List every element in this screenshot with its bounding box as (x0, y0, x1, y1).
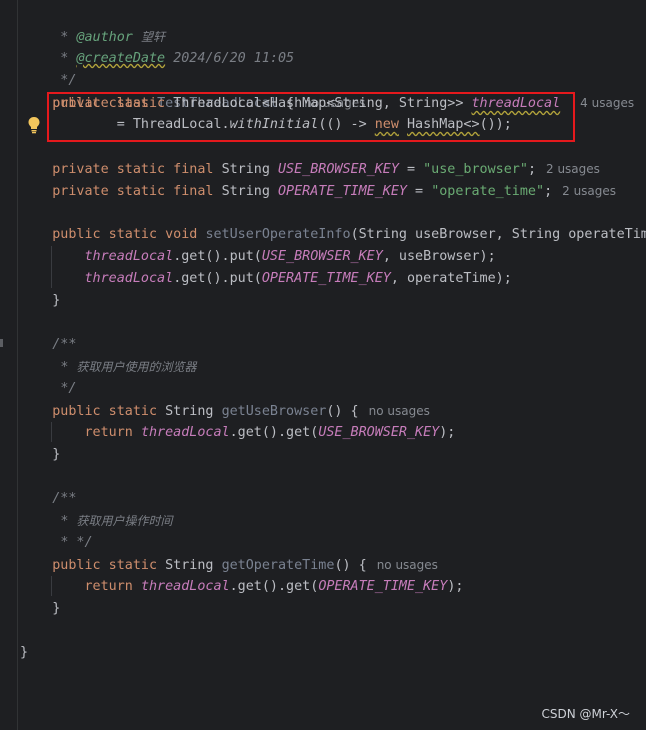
get2-end: ); (447, 579, 464, 594)
doc2-text: 获取用户操作时间 (76, 514, 173, 528)
key1-value: "use_browser" (423, 162, 528, 177)
createdate-value: 2024/6/20 11:05 (173, 51, 295, 66)
key1-type: String (221, 162, 270, 177)
get1-usage-hint[interactable]: no usages (369, 404, 430, 418)
get2-usage-hint[interactable]: no usages (377, 558, 438, 572)
get2-modifiers: public static (52, 558, 158, 573)
key2-assign: = (407, 184, 432, 199)
key1-usage-hint[interactable]: 2 usages (546, 162, 600, 176)
highlight-box (47, 92, 575, 142)
get1-modifiers: public static (52, 404, 158, 419)
doc1-close: */ (60, 381, 77, 396)
put2-call: .get().put( (173, 271, 262, 286)
doc2-close: * */ (60, 535, 93, 550)
indent-guide (51, 422, 52, 442)
put1-call: .get().put( (173, 249, 262, 264)
code-line-doc2-close: * */ (20, 532, 93, 554)
code-line-doc1-close: */ (20, 378, 76, 400)
set-method-params: (String useBrowser, String operateTime (350, 227, 646, 242)
get2-close-brace: } (52, 601, 61, 616)
key1-assign: = (398, 162, 424, 177)
code-line-class-decl: public class TestThreadLocal {no usages (52, 96, 366, 111)
put1-args: , useBrowser); (382, 249, 496, 264)
get1-close-brace: } (52, 447, 61, 462)
indent-guide (51, 246, 52, 288)
get1-type: String (165, 404, 214, 419)
set-method-name[interactable]: setUserOperateInfo (205, 227, 350, 242)
code-line-get1-method: public static String getUseBrowser() { no… (20, 400, 430, 422)
code-line-doc2-open: /** (20, 488, 76, 510)
set-modifiers: public static void (52, 227, 198, 242)
field-usage-hint[interactable]: 4 usages (580, 96, 634, 110)
get2-field[interactable]: threadLocal (141, 579, 230, 594)
code-line-get1-return: return threadLocal.get().get(USE_BROWSER… (20, 422, 456, 444)
code-line-author: * @author 望轩 (52, 30, 165, 45)
code-line-doc1-open: /** (20, 334, 76, 356)
watermark: CSDN @Mr-X～ (541, 707, 630, 721)
key1-modifiers: private static final (52, 162, 214, 177)
code-line-createdate: * @createDate 2024/6/20 11:05 (52, 51, 295, 66)
code-line-get2-method: public static String getOperateTime() { n… (20, 554, 438, 576)
get1-end: ); (439, 425, 456, 440)
key2-name[interactable]: OPERATE_TIME_KEY (278, 184, 407, 199)
code-line-get2-return: return threadLocal.get().get(OPERATE_TIM… (20, 576, 464, 598)
gutter-fold-marker[interactable] (0, 339, 3, 347)
code-line-key2: private static final String OPERATE_TIME… (20, 180, 616, 202)
lightbulb-icon[interactable] (27, 116, 41, 134)
key2-semicolon: ; (544, 184, 553, 199)
doc2-open: /** (52, 491, 77, 506)
put1-key[interactable]: USE_BROWSER_KEY (262, 249, 383, 264)
set-close-brace: } (52, 293, 61, 308)
code-line-key1: private static final String USE_BROWSER_… (20, 158, 600, 180)
code-line-set-method: public static void setUserOperateInfo(St… (20, 224, 646, 246)
class-close-brace: } (20, 645, 29, 660)
get1-method-name[interactable]: getUseBrowser (222, 404, 327, 419)
code-line-doc1-text: * 获取用户使用的浏览器 (60, 360, 197, 375)
get2-type: String (165, 558, 214, 573)
put2-field[interactable]: threadLocal (85, 271, 174, 286)
code-line-put1: threadLocal.get().put(USE_BROWSER_KEY, u… (20, 246, 496, 268)
get1-call: .get().get( (229, 425, 319, 440)
key2-type: String (221, 184, 270, 199)
get2-call: .get().get( (229, 579, 319, 594)
key2-usage-hint[interactable]: 2 usages (562, 184, 616, 198)
key2-modifiers: private static final (52, 184, 214, 199)
put2-args: , operateTime); (390, 271, 512, 286)
code-line-set-close: } (20, 290, 60, 312)
get2-sig: () { (334, 558, 367, 573)
get1-key[interactable]: USE_BROWSER_KEY (318, 425, 439, 440)
get2-method-name[interactable]: getOperateTime (222, 558, 335, 573)
get1-sig: () { (326, 404, 359, 419)
code-line-doc-end: */ (52, 73, 77, 88)
get1-field[interactable]: threadLocal (141, 425, 230, 440)
indent-guide (51, 576, 52, 596)
key1-semicolon: ; (527, 162, 536, 177)
get1-return-kw: return (84, 425, 133, 440)
gutter-separator (17, 0, 18, 730)
code-line-get1-close: } (20, 444, 60, 466)
doc1-open: /** (52, 337, 77, 352)
code-line-class-close: } (20, 642, 28, 664)
code-line-put2: threadLocal.get().put(OPERATE_TIME_KEY, … (20, 268, 512, 290)
doc1-text: 获取用户使用的浏览器 (76, 360, 197, 374)
key1-name[interactable]: USE_BROWSER_KEY (278, 162, 399, 177)
put2-key[interactable]: OPERATE_TIME_KEY (262, 271, 391, 286)
code-line-doc2-text: * 获取用户操作时间 (60, 514, 173, 529)
createdate-tag: @createDate (76, 51, 166, 66)
put1-field[interactable]: threadLocal (85, 249, 174, 264)
get2-key[interactable]: OPERATE_TIME_KEY (318, 579, 447, 594)
code-line-get2-close: } (20, 598, 60, 620)
key2-value: "operate_time" (431, 184, 545, 199)
get2-return-kw: return (84, 579, 133, 594)
